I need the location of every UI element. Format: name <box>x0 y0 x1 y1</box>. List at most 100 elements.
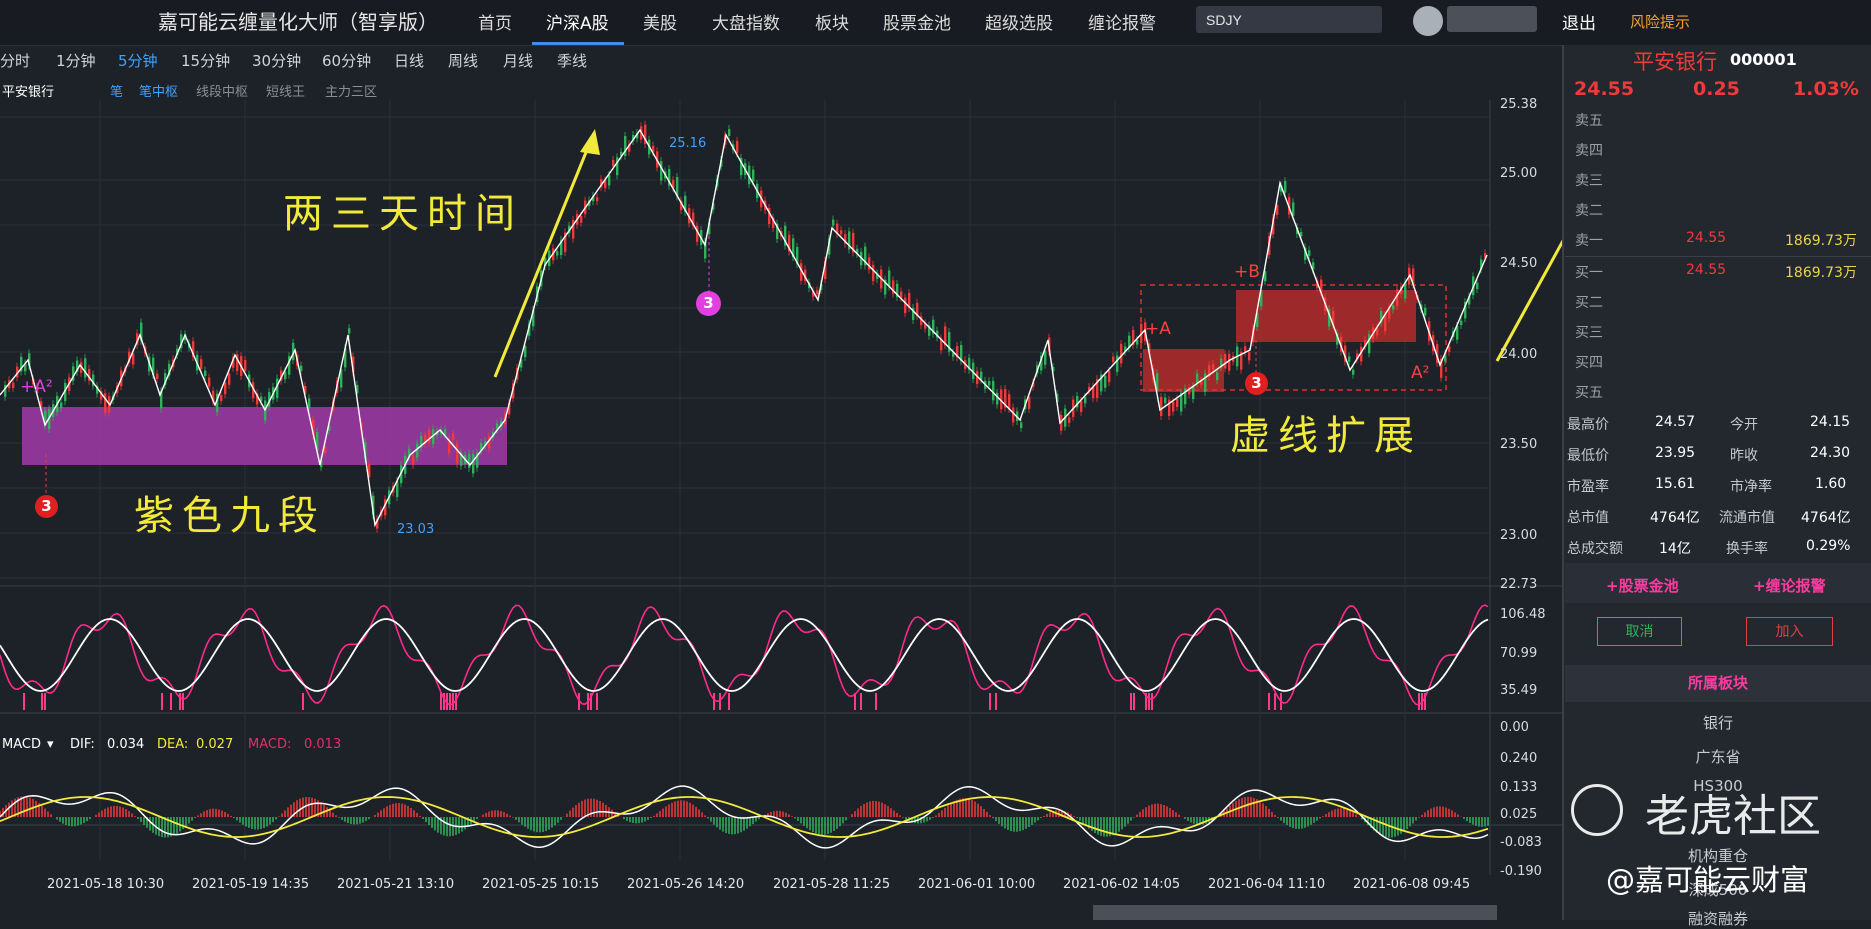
candle-body <box>1172 401 1175 412</box>
candle-body <box>200 359 203 369</box>
search-input[interactable] <box>1196 6 1382 33</box>
candle-body <box>1044 350 1047 365</box>
quote-stock-name: 平安银行 <box>1633 50 1717 74</box>
candle-body <box>1212 363 1215 370</box>
label-a2-right: A² <box>1411 363 1430 383</box>
quote-stock-code: 000001 <box>1730 50 1797 69</box>
add-chan-alarm-button[interactable]: +缠论报警 <box>1753 575 1826 596</box>
orderbook-divider <box>1565 256 1871 257</box>
avatar[interactable] <box>1413 6 1443 36</box>
candle-body <box>1476 282 1479 290</box>
candle-body <box>832 219 835 226</box>
chart-canvas[interactable] <box>0 45 1562 905</box>
candle-body <box>132 353 135 365</box>
nav-a-shares[interactable]: 沪深A股 <box>546 9 609 34</box>
app-title: 嘉可能云缠量化大师（智享版） <box>158 10 438 34</box>
risk-notice-link[interactable]: 风险提示 <box>1630 11 1690 32</box>
nav-home[interactable]: 首页 <box>478 9 512 34</box>
ask-4-label: 卖四 <box>1575 143 1603 159</box>
stat-label: 最低价 <box>1567 448 1609 464</box>
stat-value: 15.61 <box>1655 476 1696 492</box>
add-to-stock-pool-button[interactable]: +股票金池 <box>1606 575 1679 596</box>
candle-body <box>1104 375 1107 388</box>
yellow-arrow-right-line <box>1495 239 1562 362</box>
yellow-arrow-left-head <box>580 129 600 155</box>
candle-body <box>816 290 819 295</box>
nav-sectors[interactable]: 板块 <box>815 9 849 34</box>
candle-body <box>996 392 999 405</box>
candle-body <box>1384 314 1387 331</box>
logout-link[interactable]: 退出 <box>1562 9 1596 34</box>
bid-1-price: 24.55 <box>1686 262 1727 278</box>
annotation-two-three-days: 两三天时间 <box>283 191 523 237</box>
nav-index[interactable]: 大盘指数 <box>712 9 780 34</box>
ask-1-label: 卖一 <box>1575 233 1603 249</box>
ask-1-price: 24.55 <box>1686 230 1727 246</box>
candle-body <box>104 393 107 413</box>
candle-body <box>1108 370 1111 383</box>
candle-body <box>60 402 63 408</box>
watermark-credit: @嘉可能云财富 <box>1606 863 1810 897</box>
macd-selector-caret[interactable]: ▾ <box>47 737 54 752</box>
candle-body <box>1348 356 1351 362</box>
candle-body <box>900 291 903 298</box>
sector-item[interactable]: 银行 <box>1565 712 1871 733</box>
candle-body <box>840 230 843 235</box>
candle-body <box>752 169 755 182</box>
stat-value: 24.15 <box>1810 414 1851 430</box>
dea-label: DEA: <box>157 737 189 752</box>
sector-header: 所属板块 <box>1565 665 1871 702</box>
sector-item[interactable]: 融资融券 <box>1565 908 1871 929</box>
osc-axis-label: 35.49 <box>1500 683 1538 698</box>
stat-value: 4764亿 <box>1650 510 1700 526</box>
date-label: 2021-06-04 11:10 <box>1208 877 1326 892</box>
price-axis-label: 23.50 <box>1500 437 1538 452</box>
annotation-dashed-extension: 虚线扩展 <box>1230 413 1422 459</box>
marker-three-purple[interactable]: 3 <box>696 291 721 316</box>
chart-scrollbar[interactable] <box>1093 905 1497 920</box>
candle-body <box>1292 202 1295 216</box>
dif-label: DIF: <box>70 737 95 752</box>
candle-body <box>228 373 231 385</box>
bid-2-label: 买二 <box>1575 295 1603 311</box>
nav-stock-pool[interactable]: 股票金池 <box>883 9 951 34</box>
marker-three-red-left[interactable]: 3 <box>35 495 58 518</box>
macd-panel <box>0 785 1489 849</box>
stat-label: 流通市值 <box>1719 510 1775 526</box>
date-label: 2021-05-21 13:10 <box>337 877 455 892</box>
ask-2-label: 卖二 <box>1575 203 1603 219</box>
sector-item[interactable]: 广东省 <box>1565 746 1871 767</box>
quote-change-pct: 1.03% <box>1793 78 1859 100</box>
macd-label: MACD: <box>248 737 292 752</box>
macd-selector[interactable]: MACD <box>2 737 41 752</box>
oscillator-line-slow <box>0 618 1489 692</box>
candle-body <box>1176 398 1179 407</box>
cancel-button[interactable]: 取消 <box>1597 617 1682 646</box>
candle-body <box>1192 386 1195 399</box>
candle-body <box>988 381 991 386</box>
add-button[interactable]: 加入 <box>1746 617 1833 646</box>
dea-line <box>0 796 1489 838</box>
price-axis-label: 24.00 <box>1500 347 1538 362</box>
nav-super-select[interactable]: 超级选股 <box>985 9 1053 34</box>
candle-body <box>224 382 227 395</box>
candle-body <box>308 398 311 408</box>
bid-3-label: 买三 <box>1575 325 1603 341</box>
marker-three-red-right[interactable]: 3 <box>1245 372 1268 395</box>
candle-body <box>596 197 599 202</box>
candle-body <box>992 380 995 401</box>
candle-body <box>472 454 475 474</box>
osc-axis-label: 106.48 <box>1500 607 1546 622</box>
bid-5-label: 买五 <box>1575 385 1603 401</box>
candle-body <box>412 455 415 465</box>
stat-label: 换手率 <box>1726 541 1768 557</box>
candle-body <box>612 159 615 167</box>
price-axis-label: 24.50 <box>1500 256 1538 271</box>
label-b-right: +B <box>1234 262 1260 282</box>
label-a2-left: +A² <box>20 377 53 397</box>
candle-body <box>728 129 731 136</box>
nav-us-stocks[interactable]: 美股 <box>643 9 677 34</box>
candle-body <box>456 443 459 464</box>
nav-chan-alarm[interactable]: 缠论报警 <box>1088 9 1156 34</box>
ask-5-label: 卖五 <box>1575 113 1603 129</box>
